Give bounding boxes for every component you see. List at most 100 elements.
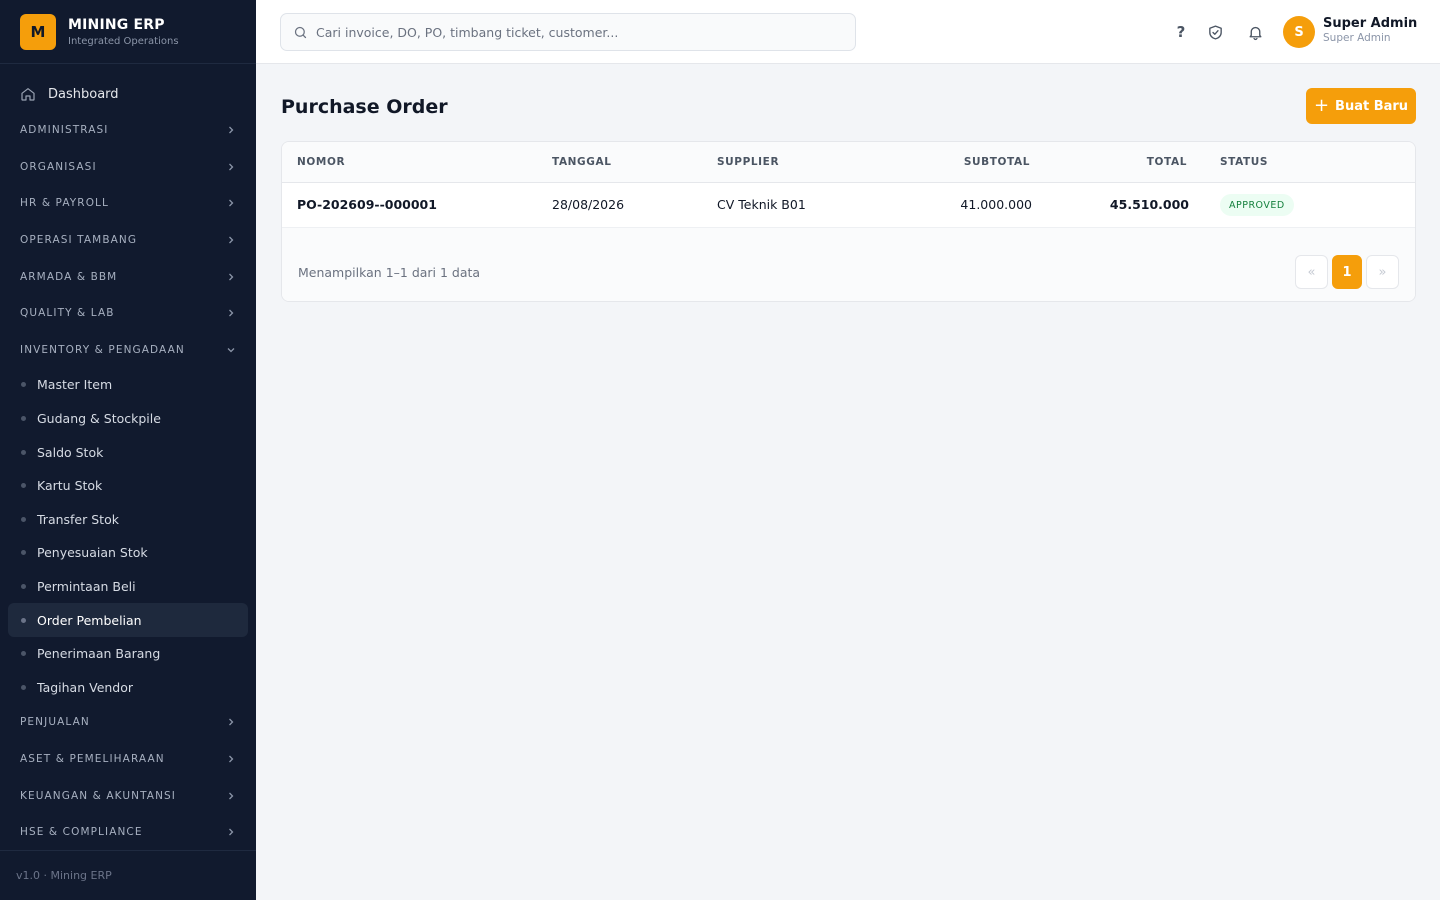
sidebar-footer: v1.0 · Mining ERP: [0, 850, 256, 900]
chevron-right-icon: [229, 755, 234, 763]
chevron-right-icon: [229, 200, 234, 207]
bullet-icon: [21, 617, 26, 623]
page-title: Purchase Order: [281, 96, 448, 118]
bullet-icon: [21, 516, 26, 522]
brand[interactable]: M MINING ERP Integrated Operations: [0, 0, 256, 64]
sidebar-item-label: Order Pembelian: [37, 612, 142, 628]
chevron-right-icon: [229, 792, 234, 800]
create-new-label: Buat Baru: [1335, 98, 1409, 114]
create-new-button[interactable]: + Buat Baru: [1306, 88, 1416, 124]
sidebar-item-order-pembelian[interactable]: Order Pembelian: [8, 603, 248, 637]
avatar[interactable]: S: [1283, 16, 1315, 48]
cell-tanggal: 28/08/2026: [552, 197, 625, 212]
sidebar-item-label: Tagihan Vendor: [37, 679, 134, 695]
sidebar-section-keuangan-and-akuntansi[interactable]: KEUANGAN & AKUNTANSI: [8, 777, 248, 814]
purchase-order-table: NOMOR TANGGAL SUPPLIER SUBTOTAL TOTAL ST…: [281, 141, 1416, 302]
sidebar-item-saldo-stok[interactable]: Saldo Stok: [8, 435, 248, 469]
sidebar-section-operasi-tambang[interactable]: OPERASI TAMBANG: [8, 222, 248, 259]
bullet-icon: [21, 483, 26, 489]
user-name: Super Admin: [1323, 16, 1418, 31]
chevron-right-icon: [229, 828, 234, 836]
sidebar-item-dashboard[interactable]: Dashboard: [8, 76, 248, 112]
sidebar-section-penjualan[interactable]: PENJUALAN: [8, 704, 248, 741]
column-header-tanggal[interactable]: TANGGAL: [552, 156, 612, 168]
table-header: NOMOR TANGGAL SUPPLIER SUBTOTAL TOTAL ST…: [282, 142, 1415, 183]
sidebar-section-label: PENJUALAN: [20, 716, 90, 729]
pagination-summary: Menampilkan 1–1 dari 1 data: [298, 265, 481, 280]
chevron-right-icon: [229, 236, 234, 244]
cell-subtotal: 41.000.000: [960, 197, 1032, 212]
column-header-subtotal[interactable]: SUBTOTAL: [964, 156, 1030, 168]
column-header-supplier[interactable]: SUPPLIER: [717, 156, 779, 168]
status-badge: APPROVED: [1220, 194, 1294, 216]
chevron-right-icon: [229, 273, 234, 281]
bell-icon[interactable]: [1245, 22, 1265, 42]
sidebar-section-hse-and-compliance[interactable]: HSE & COMPLIANCE: [8, 814, 248, 851]
search-box[interactable]: [280, 13, 856, 51]
sidebar-section-label: KEUANGAN & AKUNTANSI: [20, 789, 177, 802]
sidebar-item-penerimaan-barang[interactable]: Penerimaan Barang: [8, 637, 248, 671]
bullet-icon: [21, 584, 26, 590]
search-input[interactable]: [316, 24, 836, 40]
cell-total: 45.510.000: [1109, 197, 1189, 212]
sidebar-section-label: QUALITY & LAB: [20, 307, 115, 320]
sidebar-item-label: Permintaan Beli: [37, 579, 136, 595]
pagination-prev-button[interactable]: «: [1295, 255, 1328, 289]
sidebar: M MINING ERP Integrated Operations Dashb…: [0, 0, 256, 900]
home-icon: [21, 88, 35, 101]
table-footer: Menampilkan 1–1 dari 1 data « 1 »: [282, 228, 1415, 301]
bullet-icon: [21, 382, 26, 388]
chevron-down-icon: [227, 347, 235, 353]
sidebar-item-penyesuaian-stok[interactable]: Penyesuaian Stok: [8, 536, 248, 570]
bullet-icon: [21, 416, 26, 422]
user-role: Super Admin: [1323, 32, 1391, 44]
sidebar-nav: Dashboard ADMINISTRASI ORGANISASI HR & PAY…: [0, 64, 256, 850]
bullet-icon: [21, 550, 26, 556]
sidebar-item-label: Dashboard: [48, 86, 119, 102]
user-menu[interactable]: Super Admin Super Admin: [1323, 16, 1417, 44]
sidebar-item-label: Kartu Stok: [37, 478, 103, 494]
table-row[interactable]: PO-202609--000001 28/08/2026 CV Teknik B…: [282, 183, 1415, 228]
topbar: ? S Super Admin Super Admin: [256, 0, 1440, 64]
sidebar-item-kartu-stok[interactable]: Kartu Stok: [8, 469, 248, 503]
chevron-right-icon: [229, 163, 234, 171]
sidebar-section-organisasi[interactable]: ORGANISASI: [8, 149, 248, 186]
sidebar-section-inventory[interactable]: INVENTORY & PENGADAAN: [8, 332, 248, 369]
bullet-icon: [21, 651, 26, 657]
sidebar-section-label: ARMADA & BBM: [20, 270, 118, 283]
sidebar-item-label: Master Item: [37, 377, 113, 393]
chevron-right-icon: [229, 126, 234, 134]
search-icon: [294, 26, 307, 38]
column-header-total[interactable]: TOTAL: [1147, 156, 1187, 168]
sidebar-section-label: HR & PAYROLL: [20, 197, 109, 210]
column-header-status[interactable]: STATUS: [1220, 156, 1268, 168]
brand-name: MINING ERP: [68, 16, 165, 33]
pagination-next-button[interactable]: »: [1366, 255, 1399, 289]
sidebar-section-label: ADMINISTRASI: [20, 124, 109, 137]
sidebar-item-transfer-stok[interactable]: Transfer Stok: [8, 503, 248, 537]
pagination-page-button[interactable]: 1: [1332, 255, 1362, 289]
sidebar-section-label: INVENTORY & PENGADAAN: [20, 343, 185, 356]
sidebar-section-aset-and-pemeliharaan[interactable]: ASET & PEMELIHARAAN: [8, 741, 248, 778]
sidebar-section-administrasi[interactable]: ADMINISTRASI: [8, 112, 248, 149]
bullet-icon: [21, 449, 26, 455]
shield-check-icon[interactable]: [1205, 22, 1225, 42]
sidebar-item-master-item[interactable]: Master Item: [8, 368, 248, 402]
sidebar-section-label: OPERASI TAMBANG: [20, 234, 138, 247]
sidebar-item-label: Gudang & Stockpile: [37, 411, 161, 427]
sidebar-item-tagihan-vendor[interactable]: Tagihan Vendor: [8, 671, 248, 705]
column-header-nomor[interactable]: NOMOR: [297, 156, 345, 168]
sidebar-section-quality-and-lab[interactable]: QUALITY & LAB: [8, 295, 248, 332]
sidebar-section-hr-and-payroll[interactable]: HR & PAYROLL: [8, 185, 248, 222]
chevron-right-icon: [229, 309, 234, 317]
question-icon[interactable]: ?: [1171, 22, 1191, 42]
cell-nomor[interactable]: PO-202609--000001: [297, 197, 437, 212]
sidebar-section-armada-and-bbm[interactable]: ARMADA & BBM: [8, 258, 248, 295]
cell-supplier: CV Teknik B01: [717, 197, 806, 212]
sidebar-item-label: Saldo Stok: [37, 444, 104, 460]
sidebar-section-label: HSE & COMPLIANCE: [20, 826, 143, 839]
sidebar-section-label: ASET & PEMELIHARAAN: [20, 752, 165, 765]
sidebar-item-gudang-and-stockpile[interactable]: Gudang & Stockpile: [8, 402, 248, 436]
plus-icon: +: [1313, 95, 1330, 116]
sidebar-item-permintaan-beli[interactable]: Permintaan Beli: [8, 570, 248, 604]
